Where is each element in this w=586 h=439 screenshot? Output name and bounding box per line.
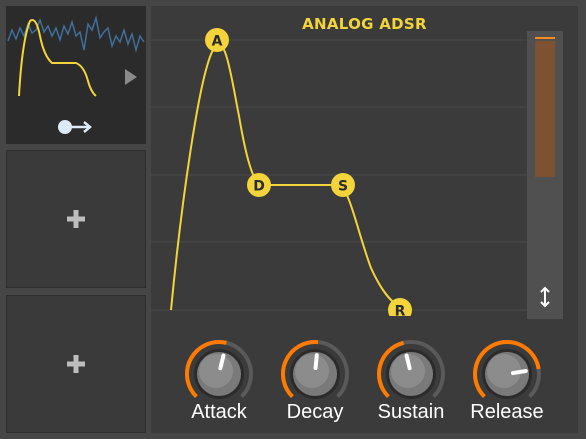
- sustain-knob[interactable]: Sustain: [373, 336, 449, 428]
- play-triangle-icon[interactable]: [124, 68, 138, 86]
- release-knob-label: Release: [470, 401, 544, 423]
- envelope-point-decay-label: D: [253, 179, 265, 195]
- knob-pointer: [510, 369, 528, 376]
- release-knob[interactable]: Release: [469, 336, 545, 428]
- device-slot-column: [0, 0, 150, 439]
- knob-pointer: [313, 353, 319, 371]
- envelope-curve: [170, 43, 400, 311]
- envelope-point-release-label: R: [395, 304, 406, 317]
- envelope-point-sustain-label: S: [338, 179, 348, 195]
- empty-device-slot-1[interactable]: [6, 150, 146, 288]
- adsr-panel: A D S R ANALOG ADSR Attack Decay Sustain…: [151, 6, 578, 433]
- meter-peak-indicator: [535, 37, 555, 39]
- add-plus-icon[interactable]: [67, 210, 85, 228]
- envelope-point-decay[interactable]: D: [247, 173, 271, 197]
- attack-knob[interactable]: Attack: [181, 336, 257, 428]
- envelope-point-attack-label: A: [212, 34, 223, 50]
- modulation-routing-icon[interactable]: [57, 118, 97, 136]
- vertical-resize-arrows-icon[interactable]: [537, 285, 553, 309]
- output-level-meter[interactable]: [527, 31, 563, 319]
- knob-highlight: [199, 354, 233, 388]
- empty-device-slot-2[interactable]: [6, 295, 146, 433]
- envelope-preview-slot[interactable]: [6, 6, 146, 144]
- meter-level-fill: [535, 41, 555, 177]
- envelope-graph[interactable]: A D S R: [151, 6, 578, 316]
- add-plus-icon[interactable]: [67, 355, 85, 373]
- knob-highlight: [295, 354, 329, 388]
- panel-title: ANALOG ADSR: [302, 15, 427, 33]
- envelope-point-sustain[interactable]: S: [331, 173, 355, 197]
- decay-knob[interactable]: Decay: [277, 336, 353, 428]
